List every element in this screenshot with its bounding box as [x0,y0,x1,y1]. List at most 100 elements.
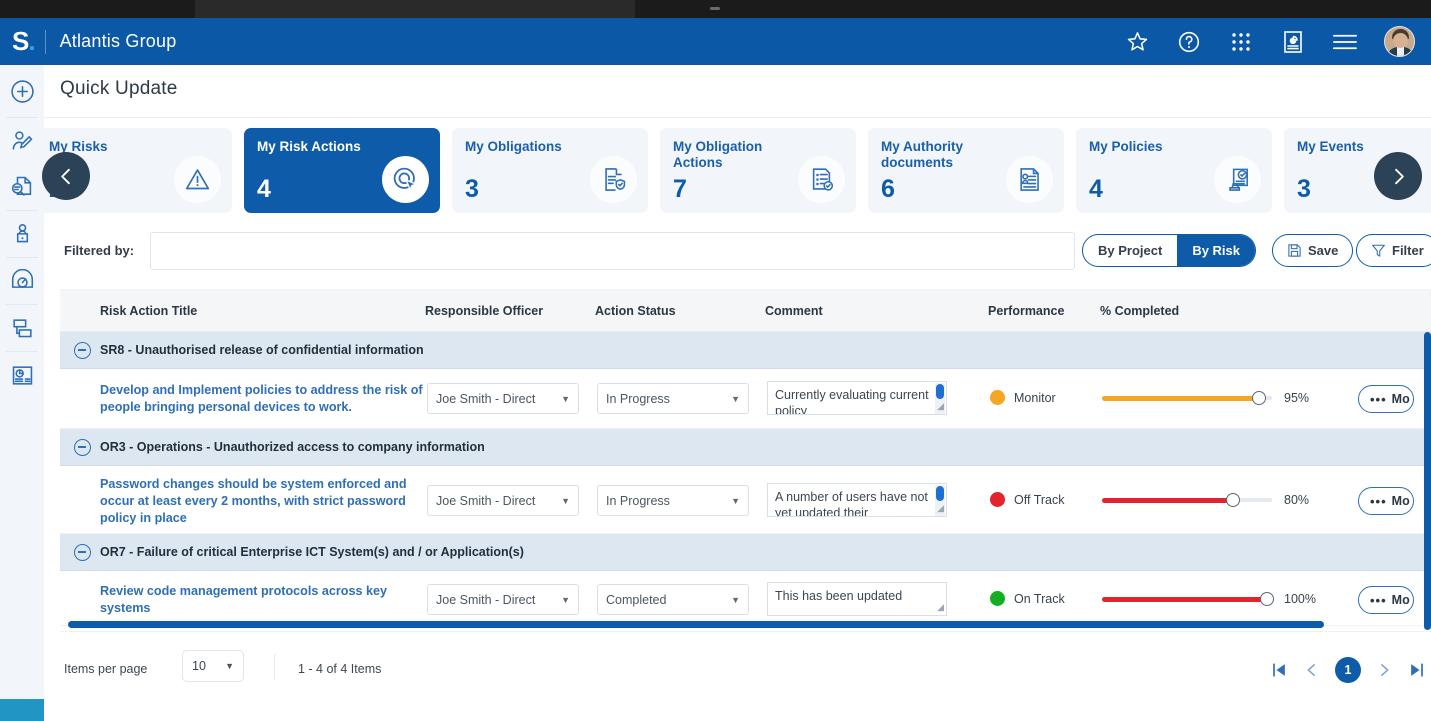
percent-slider[interactable] [1102,493,1272,507]
percent-slider[interactable] [1102,592,1274,606]
more-label: Mo [1391,593,1410,607]
performance-label: On Track [1014,591,1065,606]
sidebar-item-dashboard-report[interactable] [0,352,44,398]
risk-action-title[interactable]: Password changes should be system enforc… [100,476,430,527]
action-status-select[interactable]: Completed ▼ [597,584,749,615]
top-bar-actions [1124,26,1431,57]
responsible-officer-select[interactable]: Joe Smith - Direct ▼ [427,584,579,615]
resize-grip-icon[interactable]: ◢ [937,398,944,414]
app-logo[interactable]: S [12,26,29,57]
filter-button[interactable]: Filter [1356,234,1431,267]
kpi-count: 6 [881,175,895,203]
percent-value: 100% [1284,592,1316,606]
report-icon[interactable] [1280,29,1306,55]
filter-input[interactable] [150,232,1075,270]
sidebar-item-add[interactable] [0,65,44,117]
group-header-row[interactable]: OR7 - Failure of critical Enterprise ICT… [60,534,1430,571]
collapse-minus-icon[interactable] [74,438,91,456]
first-page-icon [1273,663,1285,677]
more-actions-button[interactable]: ••• Mo [1358,586,1414,614]
next-page-button[interactable] [1375,661,1393,679]
risk-action-title[interactable]: Review code management protocols across … [100,583,430,617]
sidebar-item-user-desk[interactable] [0,211,44,257]
kpi-card-my-obligation-actions[interactable]: My Obligation Actions 7 [660,128,856,213]
save-button[interactable]: Save [1272,234,1354,267]
grid-horizontal-scrollbar[interactable] [68,621,1324,628]
column-header-comment: Comment [765,304,823,318]
resize-grip-icon[interactable]: ◢ [937,500,944,516]
avatar[interactable] [1384,26,1415,57]
kpi-card-my-obligations[interactable]: My Obligations 3 [452,128,648,213]
more-actions-button[interactable]: ••• Mo [1358,487,1414,515]
chevron-down-icon: ▼ [731,393,740,404]
responsible-officer-select[interactable]: Joe Smith - Direct ▼ [427,383,579,414]
chevron-left-icon [1307,664,1315,676]
responsible-officer-value: Joe Smith - Direct [436,493,536,508]
sidebar-item-gauge[interactable] [0,258,44,304]
kpi-card-my-authority-documents[interactable]: My Authority documents 6 [868,128,1064,213]
prev-page-button[interactable] [1303,661,1321,679]
hamburger-menu-icon[interactable] [1332,29,1358,55]
last-page-button[interactable] [1407,660,1427,680]
kpi-card-my-policies[interactable]: My Policies 4 [1076,128,1272,213]
group-header-row[interactable]: OR3 - Operations - Unauthorized access t… [60,429,1430,466]
warning-triangle-icon [174,156,221,203]
star-icon[interactable] [1124,29,1150,55]
apps-grid-icon[interactable] [1228,29,1254,55]
action-status-value: Completed [606,592,667,607]
toggle-by-risk[interactable]: By Risk [1177,235,1256,266]
action-status-select[interactable]: In Progress ▼ [597,383,749,414]
table-row: Review code management protocols across … [60,571,1430,626]
column-header-risk-action-title: Risk Action Title [100,304,198,318]
checklist-icon [798,156,845,203]
risk-action-title[interactable]: Develop and Implement policies to addres… [100,382,430,416]
app-logo-dot: . [28,26,36,56]
chevron-right-icon [1394,168,1404,184]
footer-divider [274,654,275,680]
filter-bar: Filtered by: By Project By Risk Save Fil… [60,232,1431,272]
top-app-bar: S . Atlantis Group [0,18,1431,65]
collapse-minus-icon[interactable] [74,341,91,359]
first-page-button[interactable] [1269,660,1289,680]
percent-slider[interactable] [1102,391,1272,405]
responsible-officer-value: Joe Smith - Direct [436,391,536,406]
comment-textarea[interactable]: This has been updated ◢ [767,582,947,616]
resize-grip-icon[interactable]: ◢ [937,599,944,615]
performance-indicator: Off Track [990,492,1064,507]
action-status-select[interactable]: In Progress ▼ [597,485,749,516]
more-actions-button[interactable]: ••• Mo [1358,385,1414,413]
current-page-button[interactable]: 1 [1335,657,1361,683]
slider-knob[interactable] [1226,493,1240,507]
table-row: Develop and Implement policies to addres… [60,369,1430,429]
table-row: Password changes should be system enforc… [60,466,1430,534]
sidebar-item-stacked-cards[interactable] [0,305,44,351]
comment-textarea[interactable]: Currently evaluating current policy ◢ [767,381,947,415]
group-header-row[interactable]: SR8 - Unauthorised release of confidenti… [60,332,1430,369]
comment-textarea[interactable]: A number of users have not yet updated t… [767,483,947,517]
carousel-prev-button[interactable] [42,152,90,200]
app-window: S . Atlantis Group Quick Update My Risks… [0,0,1431,721]
kpi-title: My Authority documents [881,139,963,170]
last-page-icon [1411,663,1423,677]
os-chrome-tabstrip [195,0,635,18]
kpi-title: My Risk Actions [257,139,361,154]
chevron-down-icon: ▼ [225,661,234,671]
collapse-minus-icon[interactable] [74,543,91,561]
chevron-right-icon [1381,664,1389,676]
kpi-title: My Obligation Actions [673,139,763,170]
grid-vertical-scrollbar[interactable] [1424,332,1431,630]
column-header-action-status: Action Status [595,304,676,318]
page-title: Quick Update [60,78,178,99]
kpi-card-my-risk-actions[interactable]: My Risk Actions 4 [244,128,440,213]
slider-knob[interactable] [1252,391,1266,405]
chevron-down-icon: ▼ [561,393,570,404]
grid-footer: Items per page 10 ▼ 1 - 4 of 4 Items 1 [60,648,1431,692]
slider-knob[interactable] [1260,592,1274,606]
items-per-page-select[interactable]: 10 ▼ [182,650,244,682]
toggle-by-project[interactable]: By Project [1083,235,1177,266]
help-icon[interactable] [1176,29,1202,55]
percent-value: 80% [1284,493,1310,507]
responsible-officer-select[interactable]: Joe Smith - Direct ▼ [427,485,579,516]
carousel-next-button[interactable] [1374,152,1422,200]
kpi-title: My Policies [1089,139,1163,154]
